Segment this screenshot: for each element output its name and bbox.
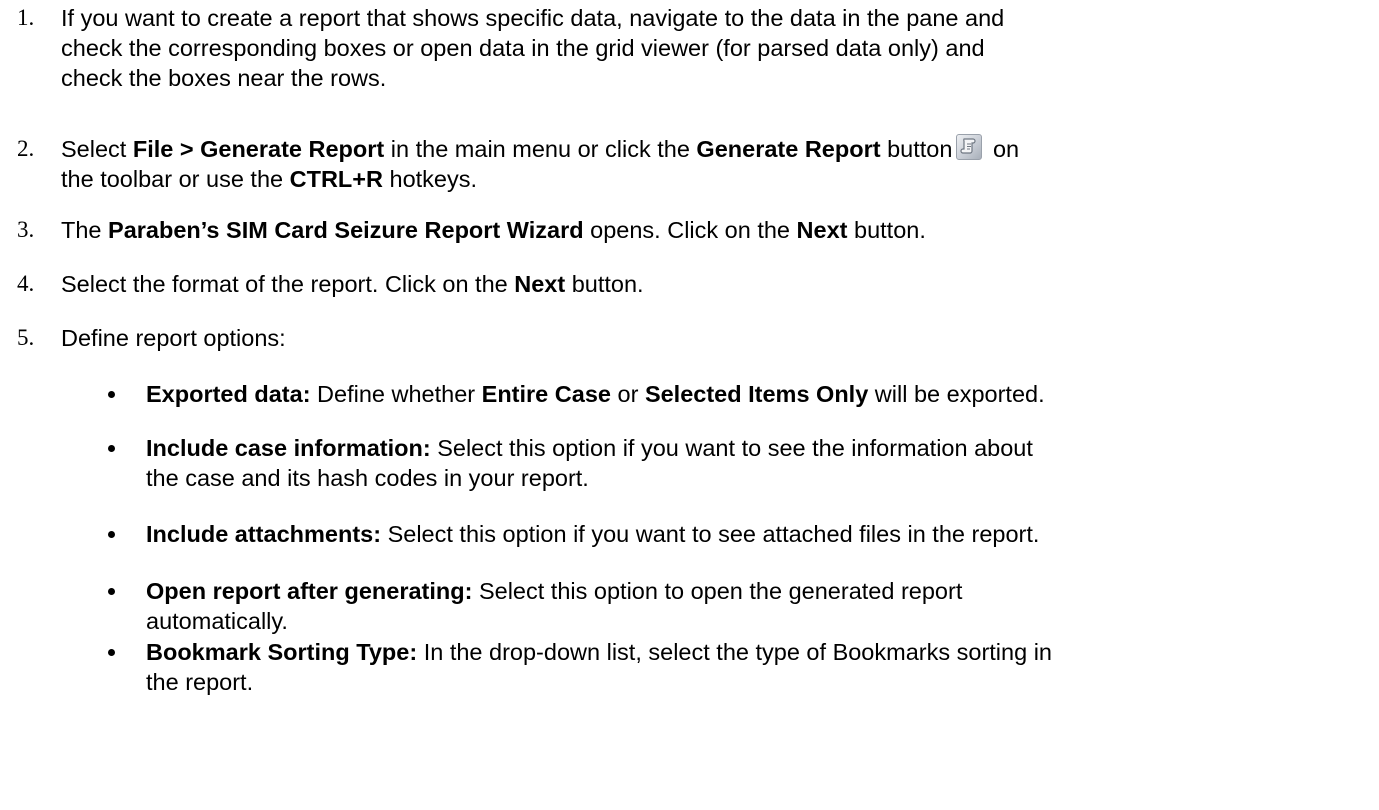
wizard-name: Paraben’s SIM Card Seizure Report Wizard xyxy=(108,217,584,243)
menu-path: File > Generate Report xyxy=(132,136,385,162)
step-number: 4. xyxy=(17,271,35,296)
button-name: Next xyxy=(796,217,848,243)
step-1-line-1: If you want to create a report that show… xyxy=(61,5,1005,31)
bullet-icon xyxy=(108,391,115,398)
step-number: 3. xyxy=(17,217,35,242)
report-scroll-icon xyxy=(956,134,983,160)
bullet-icon xyxy=(108,588,115,595)
step-number: 2. xyxy=(17,136,35,161)
step-2-line-2: the toolbar or use the CTRL+R hotkeys. xyxy=(61,166,478,192)
bullet-icon xyxy=(108,649,115,656)
button-name: Next xyxy=(514,271,566,297)
hotkey: CTRL+R xyxy=(289,166,383,192)
step-number: 1. xyxy=(17,5,35,30)
step-2-line-1: Select File > Generate Report in the mai… xyxy=(61,134,1020,162)
step-1-line-3: check the boxes near the rows. xyxy=(61,65,387,91)
step-number: 5. xyxy=(17,325,35,350)
button-name: Generate Report xyxy=(696,136,881,162)
bullet-icon xyxy=(108,445,115,452)
step-1-line-2: check the corresponding boxes or open da… xyxy=(61,35,985,61)
bullet-icon xyxy=(108,531,115,538)
